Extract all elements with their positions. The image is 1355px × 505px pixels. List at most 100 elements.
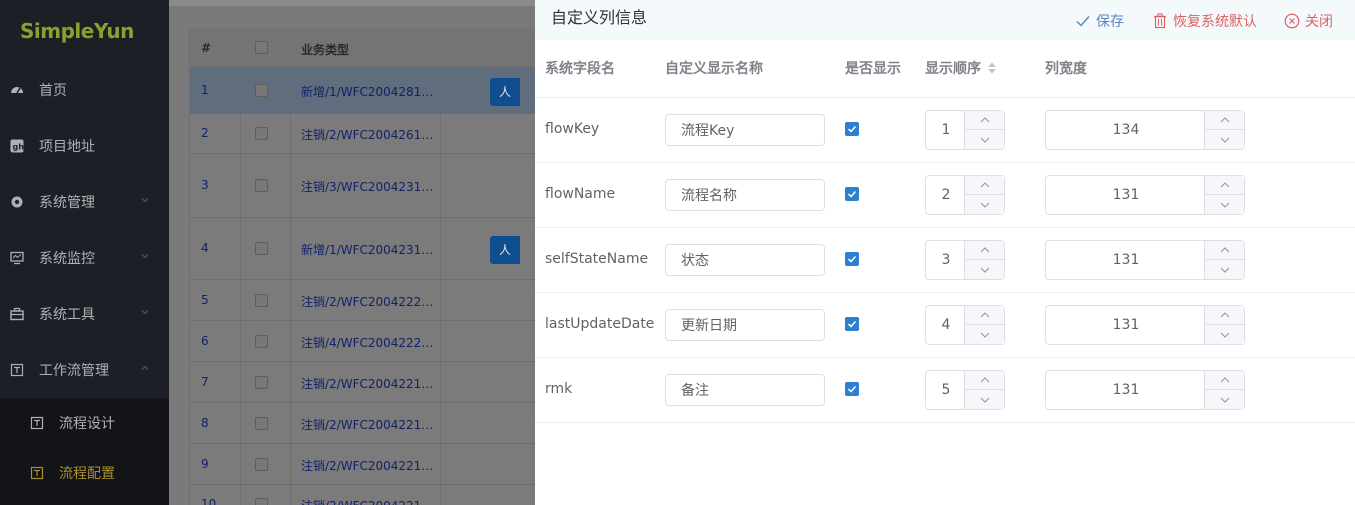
order-value[interactable]: 1 xyxy=(926,111,966,149)
row-checkbox[interactable] xyxy=(255,242,268,255)
decrement-button[interactable] xyxy=(965,390,1004,409)
row-checkbox[interactable] xyxy=(255,84,268,97)
increment-button[interactable] xyxy=(1205,111,1244,130)
row-biz-type[interactable]: 新增/1/WFC2004281… xyxy=(301,83,433,100)
decrement-button[interactable] xyxy=(1205,195,1244,214)
app-logo[interactable]: SimpleYun xyxy=(0,0,169,62)
menu-item-home[interactable]: 首页 xyxy=(0,62,169,118)
display-name-input[interactable] xyxy=(665,374,825,406)
row-biz-type[interactable]: 注销/2/WFC2004221… xyxy=(301,497,433,505)
row-biz-type[interactable]: 注销/2/WFC2004221… xyxy=(301,416,433,433)
increment-button[interactable] xyxy=(965,371,1004,390)
order-stepper[interactable]: 2 xyxy=(925,175,1005,215)
menu-item-system-management[interactable]: 系统管理 xyxy=(0,174,169,230)
increment-button[interactable] xyxy=(965,306,1004,325)
width-value[interactable]: 131 xyxy=(1046,176,1206,214)
order-value[interactable]: 4 xyxy=(926,306,966,344)
order-value[interactable]: 5 xyxy=(926,371,966,409)
order-stepper[interactable]: 3 xyxy=(925,240,1005,280)
decrement-button[interactable] xyxy=(965,130,1004,149)
display-name-input[interactable] xyxy=(665,179,825,211)
width-stepper[interactable]: 131 xyxy=(1045,305,1245,345)
row-num: 10 xyxy=(201,497,217,505)
menu-item-workflow-management[interactable]: 工作流管理 xyxy=(0,342,169,398)
close-button[interactable]: 关闭 xyxy=(1284,11,1333,31)
row-action-button[interactable]: 人 xyxy=(490,78,520,106)
row-checkbox[interactable] xyxy=(255,376,268,389)
background-content-overlay[interactable]: # 业务类型 1 新增/1/WFC2004281… 2 注销/2/WFC2004… xyxy=(169,0,536,505)
increment-button[interactable] xyxy=(965,176,1004,195)
order-value[interactable]: 3 xyxy=(926,241,966,279)
sort-icon[interactable] xyxy=(987,61,997,75)
width-stepper[interactable]: 131 xyxy=(1045,175,1245,215)
row-checkbox[interactable] xyxy=(255,458,268,471)
table-row[interactable]: 2 注销/2/WFC2004261… xyxy=(190,114,536,154)
order-stepper[interactable]: 4 xyxy=(925,305,1005,345)
display-name-input[interactable] xyxy=(665,309,825,341)
row-biz-type[interactable]: 新增/1/WFC2004231… xyxy=(301,241,433,258)
visible-checkbox[interactable] xyxy=(845,122,859,136)
display-name-input[interactable] xyxy=(665,114,825,146)
increment-button[interactable] xyxy=(1205,371,1244,390)
width-stepper[interactable]: 131 xyxy=(1045,240,1245,280)
row-checkbox[interactable] xyxy=(255,179,268,192)
width-stepper[interactable]: 131 xyxy=(1045,370,1245,410)
column-header-order[interactable]: 显示顺序 xyxy=(925,58,997,78)
select-all-checkbox[interactable] xyxy=(255,41,268,54)
decrement-button[interactable] xyxy=(965,325,1004,344)
row-checkbox[interactable] xyxy=(255,498,268,505)
decrement-button[interactable] xyxy=(965,260,1004,279)
table-row[interactable]: 9 注销/2/WFC2004221… xyxy=(190,444,536,485)
width-value[interactable]: 131 xyxy=(1046,241,1206,279)
table-row[interactable]: 5 注销/2/WFC2004222… xyxy=(190,280,536,321)
submenu-item-process-config[interactable]: 流程配置 xyxy=(0,448,169,498)
order-stepper[interactable]: 5 xyxy=(925,370,1005,410)
increment-button[interactable] xyxy=(965,111,1004,130)
reset-default-button[interactable]: 恢复系统默认 xyxy=(1152,11,1257,31)
table-row[interactable]: 1 新增/1/WFC2004281… xyxy=(190,68,536,114)
increment-button[interactable] xyxy=(1205,306,1244,325)
width-value[interactable]: 131 xyxy=(1046,371,1206,409)
table-row[interactable]: 7 注销/2/WFC2004221… xyxy=(190,362,536,403)
table-row[interactable]: 6 注销/4/WFC2004222… xyxy=(190,321,536,362)
row-biz-type[interactable]: 注销/2/WFC2004261… xyxy=(301,126,433,143)
width-stepper[interactable]: 134 xyxy=(1045,110,1245,150)
increment-button[interactable] xyxy=(1205,176,1244,195)
chevron-up-icon xyxy=(980,377,989,383)
submenu-item-process-design[interactable]: 流程设计 xyxy=(0,398,169,448)
visible-checkbox[interactable] xyxy=(845,187,859,201)
visible-checkbox[interactable] xyxy=(845,252,859,266)
row-checkbox[interactable] xyxy=(255,294,268,307)
row-biz-type[interactable]: 注销/2/WFC2004221… xyxy=(301,457,433,474)
order-value[interactable]: 2 xyxy=(926,176,966,214)
save-button[interactable]: 保存 xyxy=(1075,11,1124,31)
row-checkbox[interactable] xyxy=(255,417,268,430)
decrement-button[interactable] xyxy=(965,195,1004,214)
menu-item-system-tools[interactable]: 系统工具 xyxy=(0,286,169,342)
row-biz-type[interactable]: 注销/3/WFC2004231… xyxy=(301,178,433,195)
decrement-button[interactable] xyxy=(1205,130,1244,149)
width-value[interactable]: 134 xyxy=(1046,111,1206,149)
row-biz-type[interactable]: 注销/2/WFC2004222… xyxy=(301,293,433,310)
decrement-button[interactable] xyxy=(1205,260,1244,279)
row-checkbox[interactable] xyxy=(255,335,268,348)
order-stepper[interactable]: 1 xyxy=(925,110,1005,150)
increment-button[interactable] xyxy=(1205,241,1244,260)
width-value[interactable]: 131 xyxy=(1046,306,1206,344)
row-checkbox[interactable] xyxy=(255,127,268,140)
table-row[interactable]: 3 注销/3/WFC2004231… xyxy=(190,154,536,218)
row-biz-type[interactable]: 注销/4/WFC2004222… xyxy=(301,334,433,351)
decrement-button[interactable] xyxy=(1205,390,1244,409)
display-name-input[interactable] xyxy=(665,244,825,276)
menu-item-project-address[interactable]: gh 项目地址 xyxy=(0,118,169,174)
row-biz-type[interactable]: 注销/2/WFC2004221… xyxy=(301,375,433,392)
menu-item-system-monitor[interactable]: 系统监控 xyxy=(0,230,169,286)
table-row[interactable]: 8 注销/2/WFC2004221… xyxy=(190,403,536,444)
increment-button[interactable] xyxy=(965,241,1004,260)
visible-checkbox[interactable] xyxy=(845,317,859,331)
table-row[interactable]: 10 注销/2/WFC2004221… xyxy=(190,485,536,505)
decrement-button[interactable] xyxy=(1205,325,1244,344)
visible-checkbox[interactable] xyxy=(845,382,859,396)
table-row[interactable]: 4 新增/1/WFC2004231… xyxy=(190,218,536,280)
row-action-button[interactable]: 人 xyxy=(490,236,520,264)
